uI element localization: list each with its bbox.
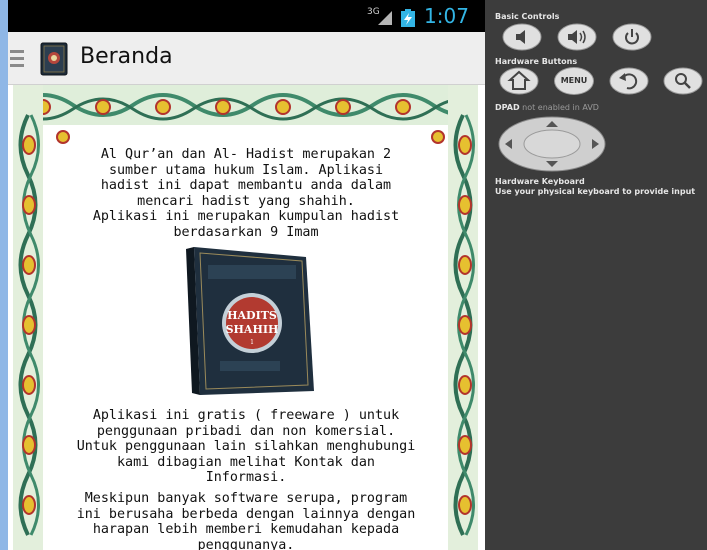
book-cover-image: HADITS SHAHIH 1 (186, 247, 314, 395)
volume-down-button[interactable] (502, 23, 542, 51)
home-button[interactable] (499, 67, 539, 95)
book-volume: 1 (250, 339, 254, 346)
window-edge (0, 0, 8, 550)
intro-paragraph: Al Qur’an dan Al- Hadist merupakan 2 sum… (92, 147, 400, 240)
search-button[interactable] (663, 67, 703, 95)
volume-up-button[interactable] (557, 23, 597, 51)
phone-screen: 3G 1:07 Beranda Al Qur’an dan Al- Hadist… (8, 0, 485, 550)
status-bar: 3G 1:07 (8, 0, 485, 32)
app-book-icon[interactable] (40, 42, 68, 76)
back-button[interactable] (609, 67, 649, 95)
dpad-control[interactable] (497, 115, 607, 173)
content-area: Al Qur’an dan Al- Hadist merupakan 2 sum… (8, 85, 485, 550)
book-title-line1: HADITS (227, 309, 277, 322)
book-title-line2: SHAHIH (226, 323, 279, 336)
menu-button[interactable]: MENU (554, 67, 594, 95)
clock: 1:07 (424, 4, 469, 28)
menu-button-label: MENU (560, 76, 588, 85)
page-title: Beranda (80, 44, 173, 69)
dpad-note: not enabled in AVD (519, 103, 599, 112)
hardware-keyboard-note: Use your physical keyboard to provide in… (495, 187, 696, 196)
power-button[interactable] (612, 23, 652, 51)
battery-charging-icon (401, 9, 415, 27)
closing-paragraph: Meskipun banyak software serupa, program… (76, 491, 416, 550)
hardware-buttons-label: Hardware Buttons (495, 57, 578, 66)
hardware-keyboard-label: Hardware Keyboard (495, 177, 585, 186)
emulator-controls-panel: Basic Controls Hardware Buttons MENU DPA… (485, 0, 707, 550)
signal-icon (378, 11, 392, 25)
drawer-menu-icon[interactable] (10, 48, 26, 68)
basic-controls-label: Basic Controls (495, 12, 560, 21)
dpad-label-text: DPAD (495, 103, 520, 112)
dpad-label: DPAD not enabled in AVD (495, 103, 599, 112)
freeware-paragraph: Aplikasi ini gratis ( freeware ) untuk p… (76, 408, 416, 485)
